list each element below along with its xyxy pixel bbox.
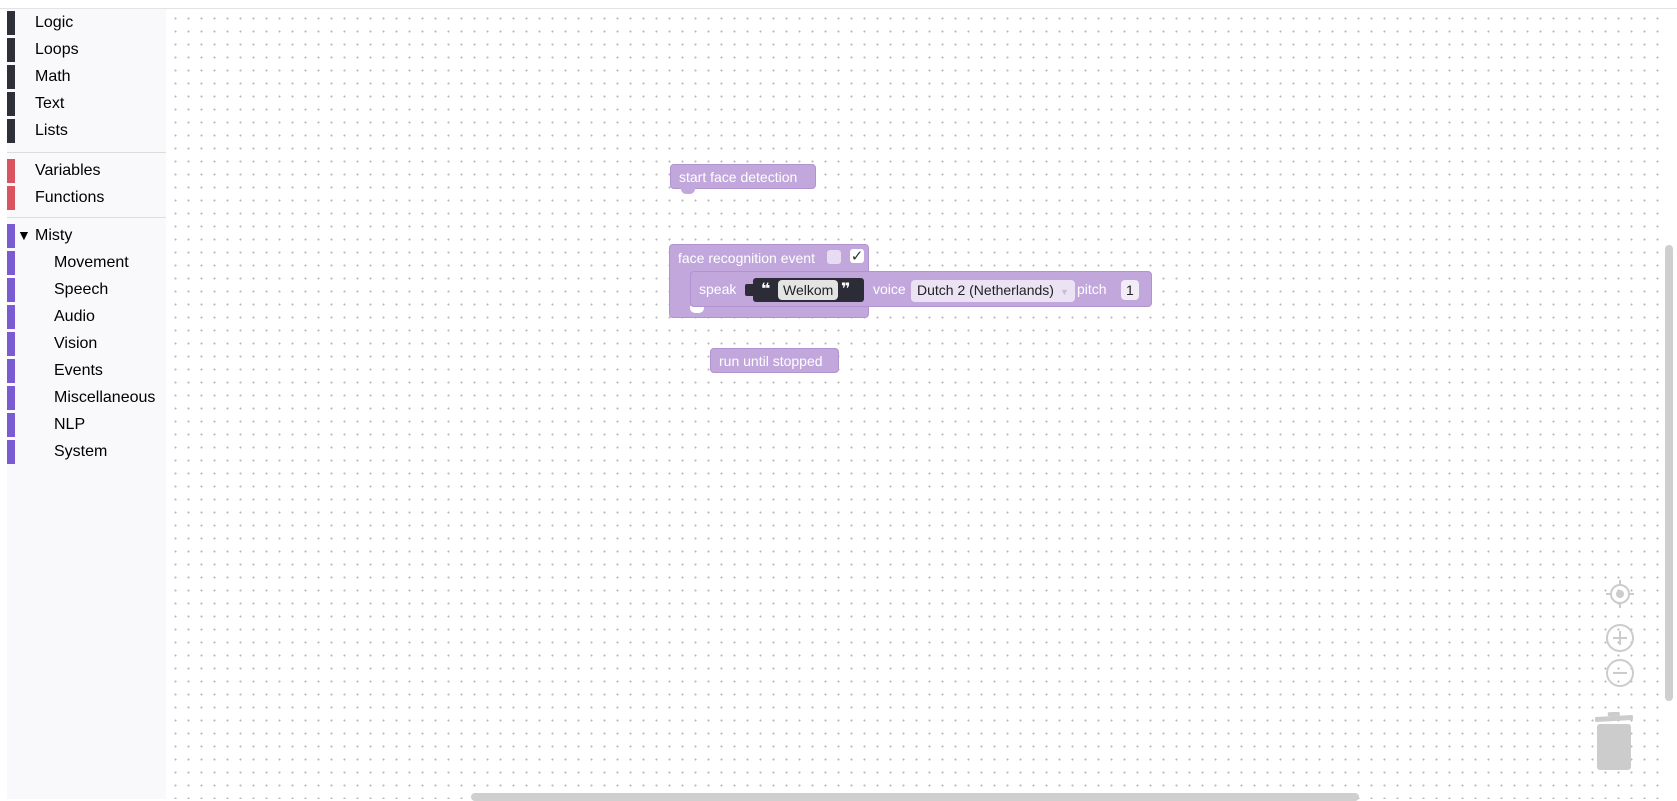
toolbox-item-label: Speech (54, 281, 109, 298)
block-label: run until stopped (719, 353, 823, 369)
toolbox: Logic Loops Math Text Lists Variables Fu… (7, 9, 166, 799)
checkbox-unchecked[interactable] (827, 250, 841, 264)
category-color-bar (7, 278, 15, 302)
horizontal-scrollbar[interactable] (471, 793, 1359, 801)
toolbox-item-label: Miscellaneous (54, 389, 156, 406)
blocks-workspace[interactable]: start face detection face recognition ev… (166, 9, 1666, 799)
block-speak[interactable]: speak ❝ Welkom ❞ voice Dutch 2 (Netherla… (690, 271, 1152, 307)
chevron-down-icon: ▼ (1059, 287, 1069, 297)
toolbox-item-text[interactable]: Text (7, 92, 166, 116)
category-color-bar (7, 386, 15, 410)
toolbox-item-label: Logic (35, 14, 74, 31)
voice-dropdown-value: Dutch 2 (Netherlands) (917, 282, 1054, 298)
category-color-bar (7, 224, 15, 248)
toolbox-item-label: Movement (54, 254, 129, 271)
toolbox-item-label: Loops (35, 41, 79, 58)
input-connector (745, 284, 753, 296)
block-label: face recognition event (678, 250, 815, 266)
toolbox-item-label: Audio (54, 308, 95, 325)
block-connector-notch (681, 188, 695, 194)
plus-icon[interactable] (1605, 623, 1635, 653)
category-color-bar (7, 38, 15, 62)
category-color-bar (7, 440, 15, 464)
toolbox-item-label: Vision (54, 335, 98, 352)
toolbox-item-system[interactable]: System (7, 440, 166, 464)
toolbox-item-label: Lists (35, 122, 68, 139)
checkbox-checked[interactable]: ✓ (850, 249, 864, 264)
trash-icon[interactable] (1591, 712, 1637, 772)
toolbox-item-label: Events (54, 362, 103, 379)
toolbox-item-loops[interactable]: Loops (7, 38, 166, 62)
toolbox-item-speech[interactable]: Speech (7, 278, 166, 302)
pitch-label: pitch (1077, 281, 1107, 297)
toolbox-item-label: Math (35, 68, 71, 85)
toolbox-separator (7, 152, 166, 153)
block-label: start face detection (679, 169, 798, 185)
category-color-bar (7, 332, 15, 356)
toolbox-item-functions[interactable]: Functions (7, 186, 166, 210)
category-color-bar (7, 359, 15, 383)
toolbox-item-logic[interactable]: Logic (7, 11, 166, 35)
toolbox-item-label: Text (35, 95, 65, 112)
toolbox-item-nlp[interactable]: NLP (7, 413, 166, 437)
toolbox-separator (7, 217, 166, 218)
quote-close-icon: ❞ (841, 281, 851, 298)
toolbox-item-math[interactable]: Math (7, 65, 166, 89)
toolbox-item-label: Functions (35, 189, 105, 206)
text-literal-block[interactable]: ❝ Welkom ❞ (753, 278, 864, 302)
voice-dropdown[interactable]: Dutch 2 (Netherlands) ▼ (911, 280, 1075, 302)
category-color-bar (7, 159, 15, 183)
category-color-bar (7, 65, 15, 89)
category-color-bar (7, 119, 15, 143)
toolbox-item-label: System (54, 443, 108, 460)
category-color-bar (7, 413, 15, 437)
pitch-input[interactable]: 1 (1121, 280, 1139, 300)
toolbox-group-misty[interactable]: ▼ Misty (7, 224, 166, 248)
quote-open-icon: ❝ (761, 281, 771, 298)
toolbox-item-miscellaneous[interactable]: Miscellaneous (7, 386, 166, 410)
block-label: speak (699, 281, 737, 297)
toolbox-item-audio[interactable]: Audio (7, 305, 166, 329)
category-color-bar (7, 92, 15, 116)
block-run-until-stopped[interactable]: run until stopped (710, 348, 839, 373)
toolbox-item-vision[interactable]: Vision (7, 332, 166, 356)
text-input-field[interactable]: Welkom (778, 280, 839, 300)
toolbox-item-label: NLP (54, 416, 86, 433)
voice-label: voice (873, 281, 906, 297)
category-color-bar (7, 11, 15, 35)
toolbox-item-events[interactable]: Events (7, 359, 166, 383)
toolbox-item-label: Variables (35, 162, 101, 179)
category-color-bar (7, 186, 15, 210)
minus-icon[interactable] (1605, 658, 1635, 688)
expand-arrow-icon[interactable]: ▼ (17, 227, 31, 243)
toolbox-item-movement[interactable]: Movement (7, 251, 166, 275)
category-color-bar (7, 305, 15, 329)
toolbox-item-variables[interactable]: Variables (7, 159, 166, 183)
toolbox-item-lists[interactable]: Lists (7, 119, 166, 143)
statement-notch (690, 306, 704, 313)
vertical-scrollbar[interactable] (1665, 245, 1673, 701)
category-color-bar (7, 251, 15, 275)
block-start-face-detection[interactable]: start face detection (670, 164, 816, 189)
target-icon[interactable] (1605, 579, 1635, 609)
